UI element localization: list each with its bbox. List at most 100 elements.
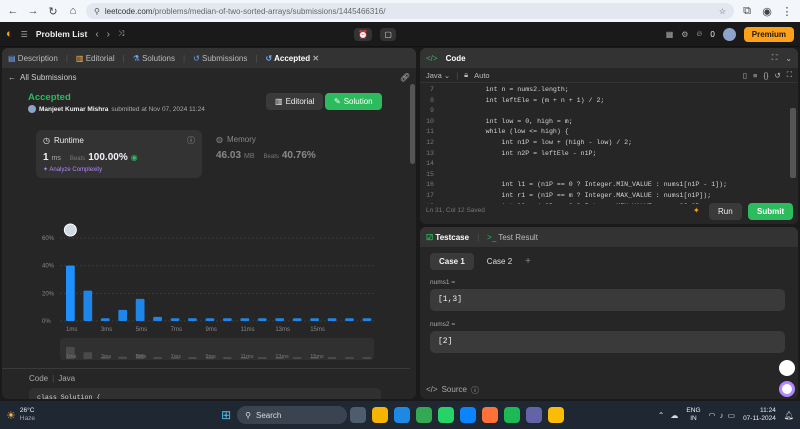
format-icon[interactable]: ≡ [753, 71, 757, 80]
forward-icon[interactable]: → [26, 5, 40, 17]
notification-bell-icon[interactable]: 🔔︎ [784, 411, 794, 420]
bookmark-star-icon[interactable]: ☆ [719, 7, 726, 16]
nums2-input[interactable]: [2] [430, 331, 785, 353]
reload-icon[interactable]: ↻ [46, 5, 60, 18]
edge-icon[interactable] [394, 407, 411, 423]
solution-button[interactable]: ✎ Solution [325, 93, 382, 110]
info-icon[interactable]: ⓘ [187, 135, 195, 146]
editorial-button[interactable]: ▥ Editorial [266, 93, 324, 110]
whatsapp-icon[interactable] [438, 407, 455, 423]
prev-problem-icon[interactable]: ‹ [95, 29, 98, 40]
case-1-tab[interactable]: Case 1 [430, 253, 474, 270]
runtime-card[interactable]: ◷ Runtime ⓘ 1 ms Beats 100.00% ◉ ✦ Analyze… [36, 130, 202, 178]
windows-start-icon[interactable]: ⊞ [221, 408, 231, 422]
tab-editorial[interactable]: ▥ Editorial [76, 54, 115, 63]
tab-testcase[interactable]: ☑ Testcase [426, 233, 469, 242]
wifi-icon[interactable]: ◠ [709, 411, 716, 420]
braces-icon[interactable]: {} [763, 71, 768, 80]
code-editor[interactable]: 7 int n = nums2.length; 8 int leftEle = (… [420, 84, 788, 204]
user-avatar[interactable] [722, 27, 736, 41]
cloud-icon[interactable]: ☁ [670, 411, 678, 420]
reset-icon[interactable]: ↺ [774, 71, 780, 80]
all-submissions-link[interactable]: All Submissions [20, 73, 76, 82]
add-case-icon[interactable]: + [525, 256, 531, 267]
chrome-icon[interactable] [416, 407, 433, 423]
address-bar[interactable]: ⚲ leetcode.com/problems/median-of-two-so… [86, 3, 734, 19]
firefox-icon[interactable] [482, 407, 499, 423]
code-tab[interactable]: Code [446, 54, 466, 63]
minimap-tick-label: 11ms [240, 354, 253, 360]
editor-toolbar: Java ⌄ | 🔒︎ Auto ▯ ≡ {} ↺ ⛶ [420, 68, 798, 83]
profile-avatar-icon[interactable]: ◉ [760, 5, 774, 18]
submit-button[interactable]: Submit [748, 203, 794, 220]
source-toggle[interactable]: </> Source ⓘ [426, 385, 479, 396]
leetcode-logo-icon[interactable]: ◐ [6, 28, 13, 40]
streak-fire-icon[interactable]: 🔥︎ [696, 29, 702, 39]
memory-card[interactable]: ◍ Memory 46.03 MB Beats 40.76% [216, 135, 366, 161]
chart-bar [100, 318, 110, 321]
next-problem-icon[interactable]: › [107, 29, 110, 40]
line-text: int n2P = leftEle - n1P; [454, 149, 597, 157]
user-position-avatar [63, 223, 77, 237]
problem-list-link[interactable]: Problem List [36, 29, 87, 39]
language-select[interactable]: Java ⌄ [426, 71, 450, 80]
file-explorer-icon[interactable] [372, 407, 389, 423]
share-link-icon[interactable]: 🔗︎ [400, 73, 410, 82]
tray-chevron-icon[interactable]: ⌃ [658, 411, 665, 420]
settings-gear-icon[interactable]: ⚙ [681, 30, 688, 39]
weather-widget[interactable]: 26°C Haze [20, 407, 35, 423]
beats-badge-icon: ◉ [130, 153, 138, 162]
floating-copilot-icon[interactable] [779, 381, 795, 397]
weather-icon[interactable]: ☀ [6, 409, 16, 422]
left-scrollbar[interactable] [410, 84, 415, 164]
bookmark-icon[interactable]: ▯ [743, 71, 747, 80]
menu-dots-icon[interactable]: ⋮ [780, 5, 794, 18]
spotify-icon[interactable] [504, 407, 521, 423]
timer-icon[interactable]: ⏰ [354, 27, 373, 41]
extensions-icon[interactable]: ⧉ [740, 5, 754, 18]
case-2-tab[interactable]: Case 2 [480, 253, 519, 270]
taskview-icon[interactable] [350, 407, 367, 423]
volume-icon[interactable]: ♪ [720, 411, 724, 420]
collapse-icon[interactable]: ⌄ [785, 54, 792, 63]
fullscreen-icon[interactable]: ⛶ [787, 70, 792, 80]
battery-icon[interactable]: ▭ [728, 411, 736, 420]
hint-icon[interactable]: ✦ [693, 206, 700, 215]
analyze-complexity-link[interactable]: ✦ Analyze Complexity [43, 166, 195, 173]
site-info-icon[interactable]: ⚲ [94, 7, 100, 16]
tab-submissions[interactable]: ↺ Submissions [193, 54, 247, 63]
nums1-input[interactable]: [1,3] [430, 289, 785, 311]
editor-line: 12 int n1P = low + (high - low) / 2; [420, 138, 788, 149]
left-tabs: ▤ Description | ▥ Editorial | ⚗ Solutions |… [2, 48, 416, 68]
weather-text: Haze [19, 415, 36, 422]
submitter-avatar [28, 105, 36, 113]
home-icon[interactable]: ⌂ [66, 5, 80, 17]
tab-accepted[interactable]: ↺ Accepted ✕ [265, 54, 319, 63]
back-icon[interactable]: ← [6, 5, 20, 17]
editor-scrollbar[interactable] [790, 108, 796, 178]
shuffle-icon[interactable]: ⤨ [118, 29, 124, 39]
language-indicator[interactable]: ENG IN [686, 407, 700, 423]
tab-solutions[interactable]: ⚗ Solutions [133, 54, 175, 63]
tab-description[interactable]: ▤ Description [8, 54, 58, 63]
clock[interactable]: 11:24 07-11-2024 [743, 407, 776, 423]
submitted-code-block[interactable]: class Solution { public double findMedia… [29, 388, 381, 399]
maximize-icon[interactable]: ⛶ [772, 53, 778, 63]
tab-test-result[interactable]: >_ Test Result [487, 233, 538, 242]
layout-icon[interactable]: ▦ [666, 30, 674, 39]
problem-list-icon[interactable]: ☰ [21, 30, 28, 39]
teams-icon[interactable] [526, 407, 543, 423]
taskbar-search[interactable]: ⚲ Search [237, 406, 348, 424]
notes-icon[interactable]: ▢ [380, 27, 396, 41]
help-icon[interactable]: ⓘ [471, 385, 479, 396]
code-lang: Java [58, 374, 76, 383]
back-arrow-icon[interactable]: ← [8, 73, 16, 82]
run-button[interactable]: Run [709, 203, 742, 220]
code-panel-header: </> Code ⛶ ⌄ [420, 48, 798, 68]
submitter-name[interactable]: Manjeet Kumar Mishra [39, 106, 108, 113]
floating-assistant-icon[interactable] [779, 360, 795, 376]
auto-mode[interactable]: Auto [474, 71, 489, 80]
premium-button[interactable]: Premium [743, 26, 794, 42]
app-icon[interactable] [460, 407, 477, 423]
chrome-profile-icon[interactable] [548, 407, 565, 423]
